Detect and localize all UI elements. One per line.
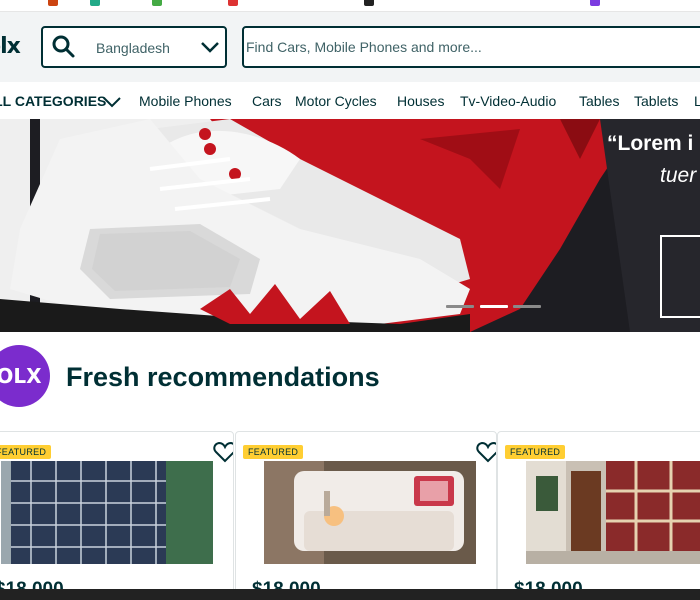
category-cars[interactable]: Cars <box>252 93 282 109</box>
location-selector[interactable]: Bangladesh <box>41 26 227 68</box>
bookmark-icon[interactable] <box>90 0 100 6</box>
site-header: olx Bangladesh <box>0 12 700 82</box>
bookmark-icon[interactable] <box>48 0 58 6</box>
featured-badge: FEATURED <box>0 445 52 459</box>
section-title: Fresh recommendations <box>66 362 380 392</box>
chevron-down-icon[interactable] <box>199 38 221 56</box>
banner-quote-line2: tuer <box>660 164 697 187</box>
category-mobile-phones[interactable]: Mobile Phones <box>139 93 232 109</box>
category-nav: ALL CATEGORIES Mobile Phones Cars Motor … <box>0 82 700 119</box>
listing-image[interactable] <box>526 461 700 564</box>
banner-cta-frame[interactable] <box>660 235 700 318</box>
category-tables[interactable]: Tables <box>579 93 619 109</box>
bookmarks-bar <box>0 0 700 12</box>
category-tv-video-audio[interactable]: Tv-Video-Audio <box>460 93 556 109</box>
solar-panel-image <box>1 461 213 564</box>
category-more[interactable]: L <box>694 93 700 109</box>
bookmark-icon[interactable] <box>228 0 238 6</box>
sneaker-illustration <box>0 119 700 332</box>
bookmark-icon[interactable] <box>364 0 374 6</box>
all-categories-button[interactable]: ALL CATEGORIES <box>0 93 106 109</box>
category-tablets[interactable]: Tablets <box>634 93 678 109</box>
olx-badge-text: OLX <box>0 364 42 388</box>
carousel-dot-active[interactable] <box>480 305 508 308</box>
category-motor-cycles[interactable]: Motor Cycles <box>295 93 377 109</box>
olx-brand-badge: OLX <box>0 345 50 407</box>
listing-image[interactable] <box>264 461 476 564</box>
search-icon <box>52 35 75 58</box>
listing-image[interactable] <box>1 461 213 564</box>
room-interior-image <box>526 461 700 564</box>
category-houses[interactable]: Houses <box>397 93 444 109</box>
heart-icon[interactable] <box>476 441 497 463</box>
search-input[interactable] <box>244 28 700 66</box>
sewing-machine-image <box>264 461 476 564</box>
listing-card[interactable]: FEATURED $18.000 <box>235 431 497 600</box>
location-value: Bangladesh <box>96 40 170 56</box>
carousel-dot[interactable] <box>513 305 541 308</box>
olx-logo[interactable]: olx <box>0 34 21 59</box>
featured-badge: FEATURED <box>243 445 304 459</box>
heart-icon[interactable] <box>213 441 234 463</box>
bottom-bar <box>0 589 700 600</box>
search-bar[interactable] <box>242 26 700 68</box>
promo-banner[interactable]: “Lorem i tuer <box>0 119 700 332</box>
chevron-down-icon[interactable] <box>102 95 122 109</box>
bookmark-icon[interactable] <box>152 0 162 6</box>
banner-quote-line1: “Lorem i <box>607 132 694 155</box>
carousel-dot[interactable] <box>446 305 474 308</box>
listing-card[interactable]: FEATURED $18.000 <box>497 431 700 600</box>
listing-card[interactable]: FEATURED $18.000 <box>0 431 234 600</box>
bookmark-icon[interactable] <box>590 0 600 6</box>
featured-badge: FEATURED <box>505 445 566 459</box>
